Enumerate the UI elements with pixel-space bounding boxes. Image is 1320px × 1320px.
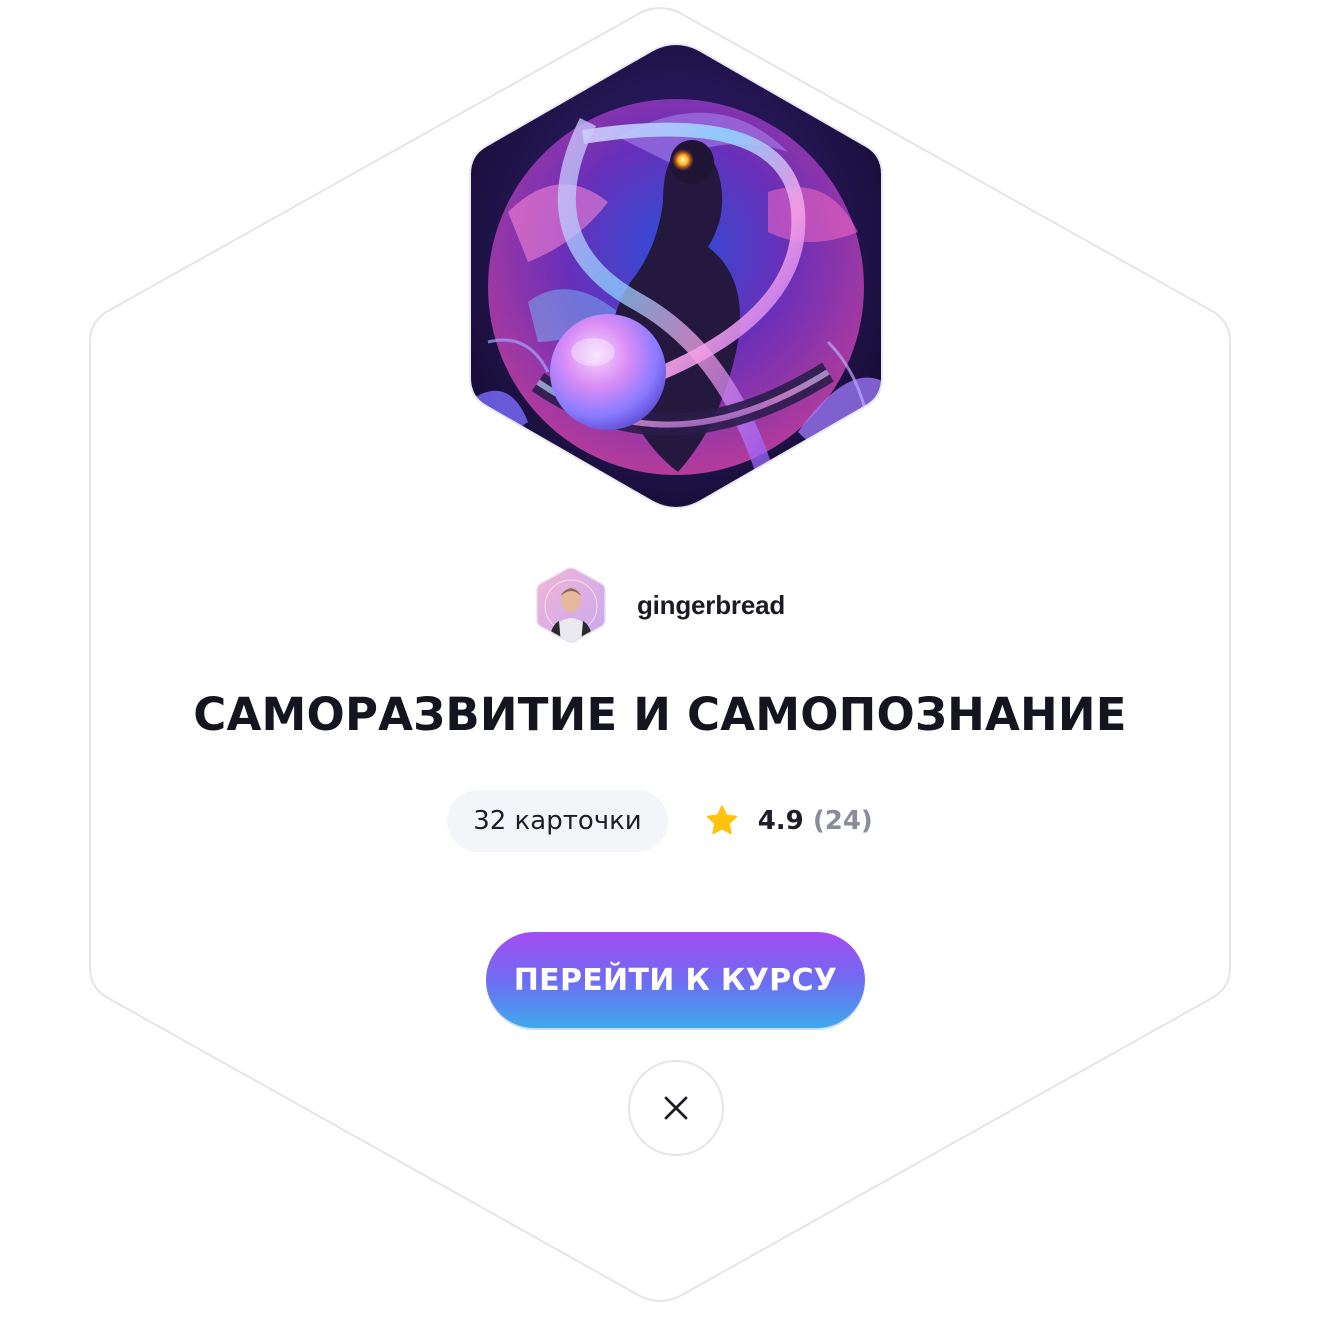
- author-avatar[interactable]: [535, 566, 607, 644]
- course-cover-image: [469, 43, 883, 509]
- close-icon: [664, 1096, 688, 1120]
- course-preview-modal: gingerbread САМОРАЗВИТИЕ И САМОПОЗНАНИЕ …: [0, 0, 1320, 1320]
- close-button[interactable]: [628, 1060, 724, 1156]
- rating-value: 4.9: [757, 806, 804, 836]
- author-name[interactable]: gingerbread: [637, 590, 785, 621]
- cards-count-badge: 32 карточки: [447, 790, 668, 852]
- author-row[interactable]: gingerbread: [0, 566, 1320, 644]
- star-icon: [706, 805, 737, 835]
- go-to-course-button[interactable]: ПЕРЕЙТИ К КУРСУ: [486, 932, 865, 1028]
- rating: 4.9 (24): [704, 803, 873, 839]
- course-meta: 32 карточки 4.9 (24): [0, 789, 1320, 853]
- course-title: САМОРАЗВИТИЕ И САМОПОЗНАНИЕ: [193, 688, 1127, 741]
- rating-count: (24): [812, 806, 873, 836]
